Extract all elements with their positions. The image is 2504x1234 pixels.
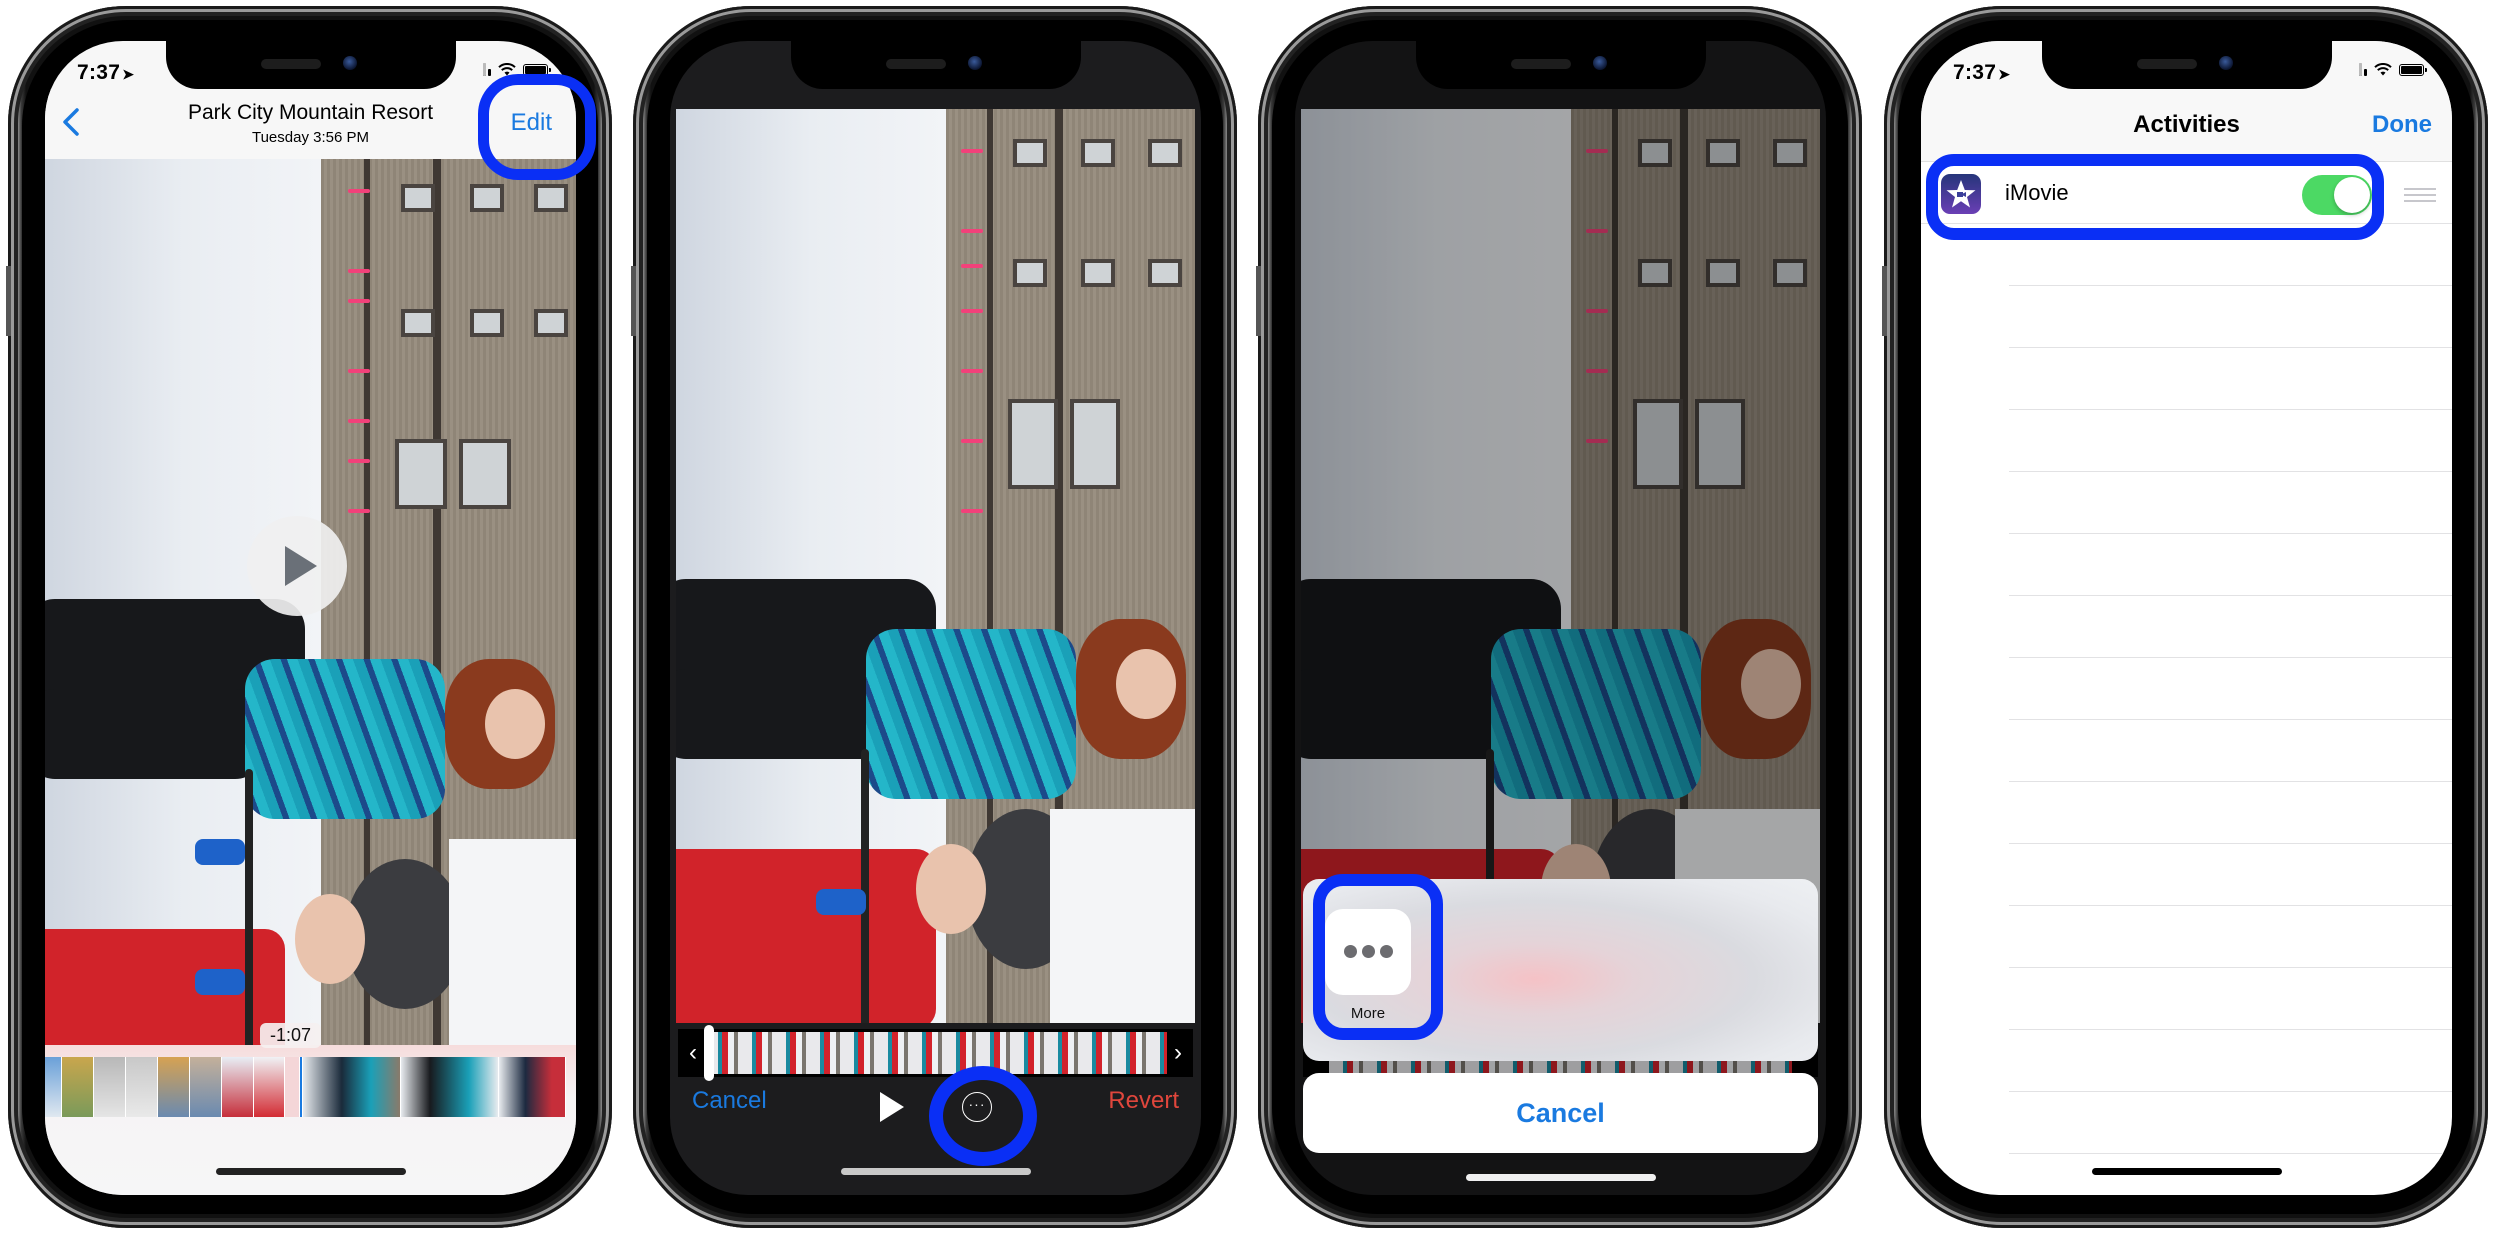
front-camera [342,56,357,70]
phone-2-frame: ‹ › Cancel ··· Revert [631,6,1237,1228]
front-camera [1592,56,1607,70]
done-button[interactable]: Done [2372,111,2432,139]
empty-list-row [1921,782,2452,844]
volume-button [1256,266,1261,336]
notch [2041,41,2332,89]
cellular-signal-icon [2359,63,2367,76]
video-preview[interactable] [676,109,1195,1023]
empty-list-row [1921,844,2452,906]
status-time: 7:37 ➤ [77,61,135,84]
trim-handle-left[interactable]: ‹ [682,1029,704,1077]
trim-handle-right[interactable]: › [1167,1029,1189,1077]
notch [1415,41,1706,89]
location-arrow-icon: ➤ [122,66,135,82]
activities-navigation-bar: Activities Done [1921,89,2452,162]
thumbnail-scrubber[interactable] [45,1057,576,1117]
remaining-time-label: -1:07 [260,1023,322,1048]
cellular-signal-icon [483,63,491,76]
empty-list-row [1921,534,2452,596]
empty-list-row [1921,472,2452,534]
photos-viewer-screen: 7:37 ➤ Park City Mountain Resort Tuesday … [45,41,576,1195]
empty-list-row [1921,596,2452,658]
more-button-highlight-annotation [929,1066,1037,1166]
video-edit-screen: ‹ › Cancel ··· Revert [670,41,1201,1195]
volume-button [631,266,636,336]
empty-list-row [1921,286,2452,348]
empty-list-row [1921,1030,2452,1092]
front-camera [2218,56,2233,70]
imovie-highlight-annotation [1926,154,2384,240]
empty-list-row [1921,1092,2452,1154]
more-highlight-annotation [1313,874,1443,1040]
notch [165,41,456,89]
revert-button[interactable]: Revert [1108,1087,1179,1115]
play-icon[interactable] [880,1092,904,1122]
empty-list-row [1921,658,2452,720]
empty-list-row [1921,410,2452,472]
location-arrow-icon: ➤ [1998,66,2011,82]
phone-3-frame: More Cancel [1256,6,1862,1228]
home-indicator[interactable] [215,1168,406,1175]
empty-list-row [1921,968,2452,1030]
wifi-icon [2374,63,2392,76]
phone-4-frame: 7:37 ➤ Activities Done iMovie [1882,6,2488,1228]
volume-button [1882,266,1887,336]
battery-icon [2399,63,2427,76]
timeline-frames [704,1032,1167,1074]
empty-list-row [1921,720,2452,782]
trim-timeline[interactable]: ‹ › [678,1025,1193,1081]
empty-list-row [1921,906,2452,968]
home-indicator[interactable] [1465,1174,1656,1181]
phone-1-frame: 7:37 ➤ Park City Mountain Resort Tuesday … [6,6,612,1228]
play-icon[interactable] [247,516,347,616]
status-time: 7:37 ➤ [1953,61,2011,84]
share-sheet-cancel-button[interactable]: Cancel [1303,1073,1818,1153]
notch [790,41,1081,89]
playhead[interactable] [704,1025,714,1081]
cancel-button[interactable]: Cancel [692,1087,767,1115]
reorder-grip-icon[interactable] [2404,188,2436,206]
row-separator [2009,1153,2452,1154]
volume-button [6,266,11,336]
home-indicator[interactable] [840,1168,1031,1175]
home-indicator[interactable] [2091,1168,2282,1175]
front-camera [967,56,982,70]
empty-list-row [1921,348,2452,410]
edit-highlight-annotation [478,74,596,180]
